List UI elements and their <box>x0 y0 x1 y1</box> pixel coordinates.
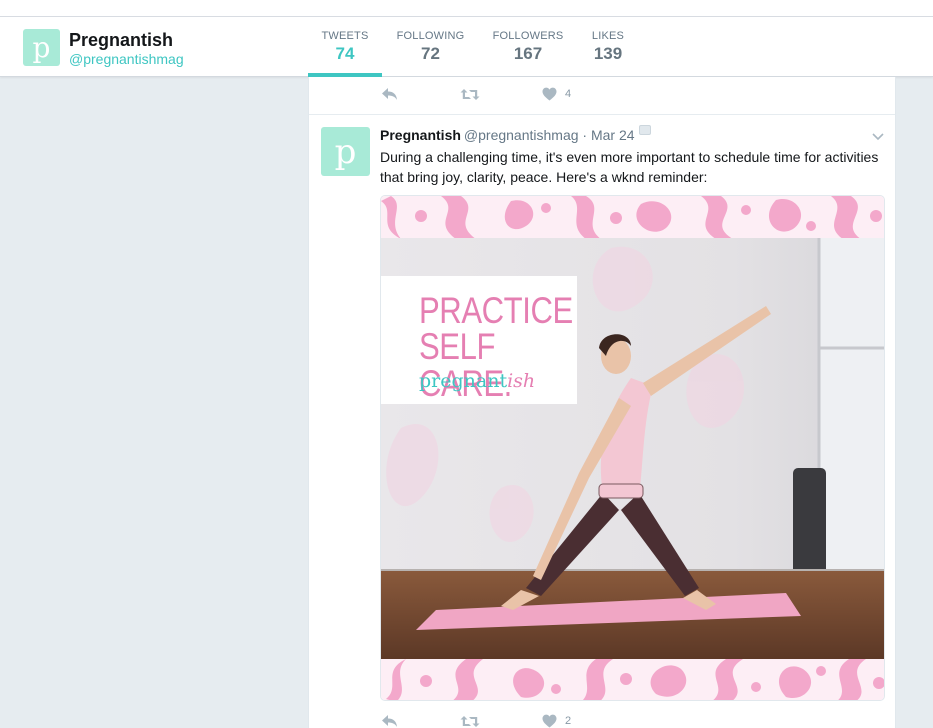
nav-likes[interactable]: LIKES 139 <box>586 17 630 77</box>
promo-brand-suffix: ish <box>507 370 536 392</box>
reply-button[interactable] <box>381 714 398 728</box>
nav-followers-count: 167 <box>513 44 543 63</box>
retweet-icon <box>460 89 480 100</box>
timeline: 4 p Pregnantish @pregnantishmag · Mar 24 … <box>308 77 896 728</box>
tweet-separator: · <box>582 127 588 143</box>
profile-navbar: p Pregnantish @pregnantishmag TWEETS 74 … <box>0 17 933 77</box>
tweet-avatar[interactable]: p <box>321 127 370 176</box>
damask-border-bottom <box>381 659 884 700</box>
heart-icon <box>542 714 557 728</box>
retweet-button[interactable] <box>460 715 480 728</box>
nav-likes-label: LIKES <box>591 30 625 42</box>
heart-icon <box>542 87 557 101</box>
promo-brand-logo: pregnantish <box>419 370 535 392</box>
tweet-author-name[interactable]: Pregnantish <box>380 127 461 143</box>
tweet-media[interactable]: PRACTICE SELF CARE. pregnantish <box>380 195 885 701</box>
card-icon <box>639 125 651 135</box>
nav-following[interactable]: FOLLOWING 72 <box>393 17 468 77</box>
nav-following-count: 72 <box>421 44 440 63</box>
prev-like-count: 4 <box>565 88 572 100</box>
promo-card: PRACTICE SELF CARE. pregnantish <box>381 276 577 404</box>
promo-headline-line1: PRACTICE <box>419 290 573 331</box>
nav-followers[interactable]: FOLLOWERS 167 <box>490 17 566 77</box>
chevron-down-icon <box>872 133 884 141</box>
nav-following-label: FOLLOWING <box>396 30 465 42</box>
nav-tweets-label: TWEETS <box>321 30 369 42</box>
prev-retweet-button[interactable] <box>460 88 480 101</box>
reply-icon <box>382 88 397 100</box>
nav-likes-count: 139 <box>593 44 623 63</box>
tweet-author-handle[interactable]: @pregnantishmag <box>464 127 579 143</box>
yoga-photo: PRACTICE SELF CARE. pregnantish <box>381 238 884 659</box>
nav-tweets[interactable]: TWEETS 74 <box>308 17 382 77</box>
like-count: 2 <box>565 715 572 727</box>
profile-handle[interactable]: @pregnantishmag <box>69 51 184 67</box>
tweet-date[interactable]: Mar 24 <box>591 127 635 143</box>
retweet-icon <box>460 716 480 727</box>
reply-icon <box>382 715 397 727</box>
nav-tweets-count: 74 <box>335 44 355 63</box>
tweet-header: Pregnantish @pregnantishmag · Mar 24 <box>380 127 635 143</box>
damask-border-top <box>381 196 884 239</box>
tweet-text: During a challenging time, it's even mor… <box>380 149 879 185</box>
promo-brand-prefix: pregnant <box>419 370 508 392</box>
tweet-more-button[interactable] <box>872 128 884 146</box>
profile-name[interactable]: Pregnantish <box>69 30 173 51</box>
prev-reply-button[interactable] <box>381 87 398 101</box>
prev-like-button[interactable]: 4 <box>542 87 571 101</box>
like-button[interactable]: 2 <box>542 714 571 728</box>
top-strip <box>0 0 933 17</box>
profile-avatar[interactable]: p <box>23 29 60 66</box>
nav-followers-label: FOLLOWERS <box>492 30 564 42</box>
tweet-divider <box>309 114 895 115</box>
